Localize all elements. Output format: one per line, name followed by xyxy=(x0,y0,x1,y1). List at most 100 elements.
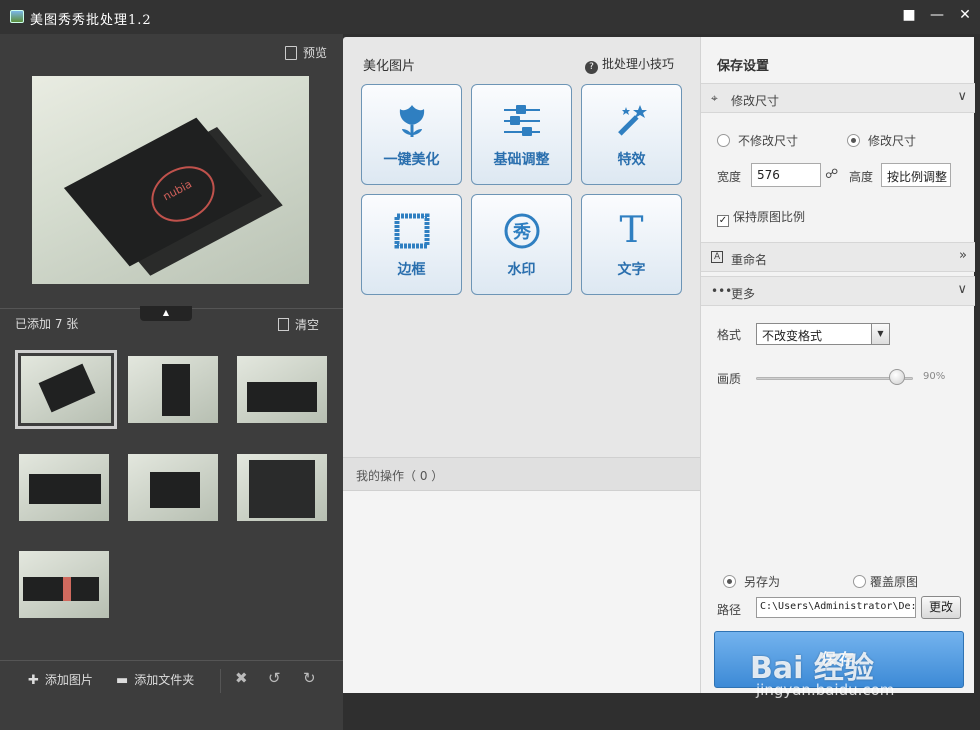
collapse-icon: ∨ xyxy=(957,282,967,297)
thumbnail-6[interactable] xyxy=(237,454,327,521)
beautify-panel: 美化图片 ? 批处理小技巧 一键美化 基础调整 特效 边框 秀 水印 T 文字 xyxy=(343,37,700,693)
magic-wand-icon xyxy=(582,101,681,141)
tool-label: 特效 xyxy=(617,152,646,168)
thumbnail-3[interactable] xyxy=(237,356,327,423)
collapse-icon: ∨ xyxy=(957,89,967,104)
width-input[interactable]: 576 xyxy=(751,163,821,187)
chevron-down-icon: ▼ xyxy=(871,324,889,344)
image-list-panel: 预览 nubia ▲ 已添加 7 张 清空 ✚ 添加图片 ▬ 添加文件夹 ✖ ↺… xyxy=(0,34,343,730)
tool-label: 一键美化 xyxy=(383,152,440,168)
preview-image: nubia xyxy=(32,76,309,284)
thumbnail-5[interactable] xyxy=(128,454,218,521)
add-folder-button[interactable]: ▬ 添加文件夹 xyxy=(116,671,194,688)
quality-slider-thumb[interactable] xyxy=(889,369,906,385)
remove-icon[interactable]: ✖ xyxy=(235,669,248,687)
tool-basic-adjust-button[interactable]: 基础调整 xyxy=(471,84,572,185)
rotate-left-icon[interactable]: ↺ xyxy=(268,669,281,687)
no-resize-label: 不修改尺寸 xyxy=(738,134,799,148)
resize-radio[interactable]: 修改尺寸 xyxy=(847,132,916,149)
sliders-icon xyxy=(472,101,571,141)
radio-dot xyxy=(723,575,736,588)
expand-icon: » xyxy=(959,248,967,263)
plus-icon: ✚ xyxy=(28,673,39,688)
quality-label: 画质 xyxy=(717,372,742,386)
no-resize-radio[interactable]: 不修改尺寸 xyxy=(717,132,798,149)
tool-text-button[interactable]: T 文字 xyxy=(581,194,682,295)
format-value: 不改变格式 xyxy=(762,329,823,343)
tool-effects-button[interactable]: 特效 xyxy=(581,84,682,185)
path-label: 路径 xyxy=(717,603,742,617)
minimize-icon[interactable]: — xyxy=(926,6,948,26)
frame-icon xyxy=(362,211,461,251)
tool-label: 水印 xyxy=(507,262,536,278)
preview-icon xyxy=(284,46,297,60)
rotate-right-icon[interactable]: ↻ xyxy=(303,669,316,687)
width-label: 宽度 xyxy=(717,170,742,184)
add-folder-label: 添加文件夹 xyxy=(134,673,195,687)
save-button[interactable]: 保存 xyxy=(714,631,964,688)
height-label: 高度 xyxy=(849,170,874,184)
more-section-header[interactable]: ••• 更多 ∨ xyxy=(701,276,975,306)
tool-frame-button[interactable]: 边框 xyxy=(361,194,462,295)
thumbnail-2[interactable] xyxy=(128,356,218,423)
clear-label: 清空 xyxy=(295,318,320,332)
tool-label: 基础调整 xyxy=(493,152,550,168)
rename-section-header[interactable]: A 重命名 » xyxy=(701,242,975,272)
rename-section-label: 重命名 xyxy=(731,253,768,267)
app-icon xyxy=(10,10,24,23)
collapse-preview-button[interactable]: ▲ xyxy=(140,306,192,321)
keep-ratio-label: 保持原图比例 xyxy=(733,210,806,224)
more-section-label: 更多 xyxy=(731,287,756,301)
overwrite-label: 覆盖原图 xyxy=(870,575,919,589)
radio-dot xyxy=(847,134,860,147)
tulip-icon xyxy=(362,101,461,141)
save-settings-panel: 保存设置 ⌖ 修改尺寸 ∨ 不修改尺寸 修改尺寸 宽度 576 ☍ 高度 按比例… xyxy=(700,37,975,693)
tool-label: 文字 xyxy=(617,262,646,278)
save-settings-title: 保存设置 xyxy=(717,59,770,74)
rename-icon: A xyxy=(711,251,724,263)
crop-icon: ⌖ xyxy=(711,91,718,105)
format-label: 格式 xyxy=(717,328,742,342)
resize-label: 修改尺寸 xyxy=(868,134,917,148)
operations-header: 我的操作（ 0 ） xyxy=(343,457,700,491)
operations-list xyxy=(343,491,700,693)
thumbnail-7[interactable] xyxy=(19,551,109,618)
add-image-label: 添加图片 xyxy=(44,673,93,687)
overwrite-radio[interactable]: 覆盖原图 xyxy=(853,573,918,590)
preview-button[interactable]: 预览 xyxy=(284,44,327,61)
watermark-glyph: 秀 xyxy=(512,222,531,243)
radio-dot xyxy=(853,575,866,588)
close-icon[interactable]: ✕ xyxy=(954,6,976,26)
preview-label: 预览 xyxy=(302,46,327,60)
left-toolbar: ✚ 添加图片 ▬ 添加文件夹 ✖ ↺ ↻ xyxy=(0,660,343,730)
watermark-icon: 秀 xyxy=(472,211,571,251)
format-select[interactable]: 不改变格式 ▼ xyxy=(756,323,890,345)
feedback-icon[interactable]: ■ xyxy=(898,6,920,26)
save-as-radio[interactable]: 另存为 xyxy=(723,573,780,590)
trash-icon xyxy=(278,318,289,331)
text-icon: T xyxy=(619,210,644,251)
tool-watermark-button[interactable]: 秀 水印 xyxy=(471,194,572,295)
radio-dot xyxy=(717,134,730,147)
height-input[interactable]: 按比例调整 xyxy=(881,163,951,187)
resize-section-header[interactable]: ⌖ 修改尺寸 ∨ xyxy=(701,83,975,113)
tips-link[interactable]: ? 批处理小技巧 xyxy=(585,55,674,74)
thumbnail-1[interactable] xyxy=(15,350,117,429)
checkbox-box: ✓ xyxy=(717,215,729,227)
more-icon: ••• xyxy=(711,284,733,298)
clear-button[interactable]: 清空 xyxy=(278,316,319,333)
toolbar-separator xyxy=(220,669,221,693)
change-path-button[interactable]: 更改 xyxy=(921,596,961,619)
tool-label: 边框 xyxy=(397,262,426,278)
path-input[interactable]: C:\Users\Administrator\De: xyxy=(756,597,916,618)
help-icon: ? xyxy=(585,61,598,74)
add-image-button[interactable]: ✚ 添加图片 xyxy=(28,671,93,688)
link-icon[interactable]: ☍ xyxy=(825,167,838,182)
resize-section-label: 修改尺寸 xyxy=(731,94,780,108)
thumbnail-4[interactable] xyxy=(19,454,109,521)
keep-ratio-checkbox[interactable]: ✓ 保持原图比例 xyxy=(717,208,805,227)
tool-auto-beautify-button[interactable]: 一键美化 xyxy=(361,84,462,185)
quality-value: 90% xyxy=(923,371,946,382)
added-count: 已添加 7 张 xyxy=(15,317,79,331)
window-bottom-border xyxy=(343,693,980,730)
